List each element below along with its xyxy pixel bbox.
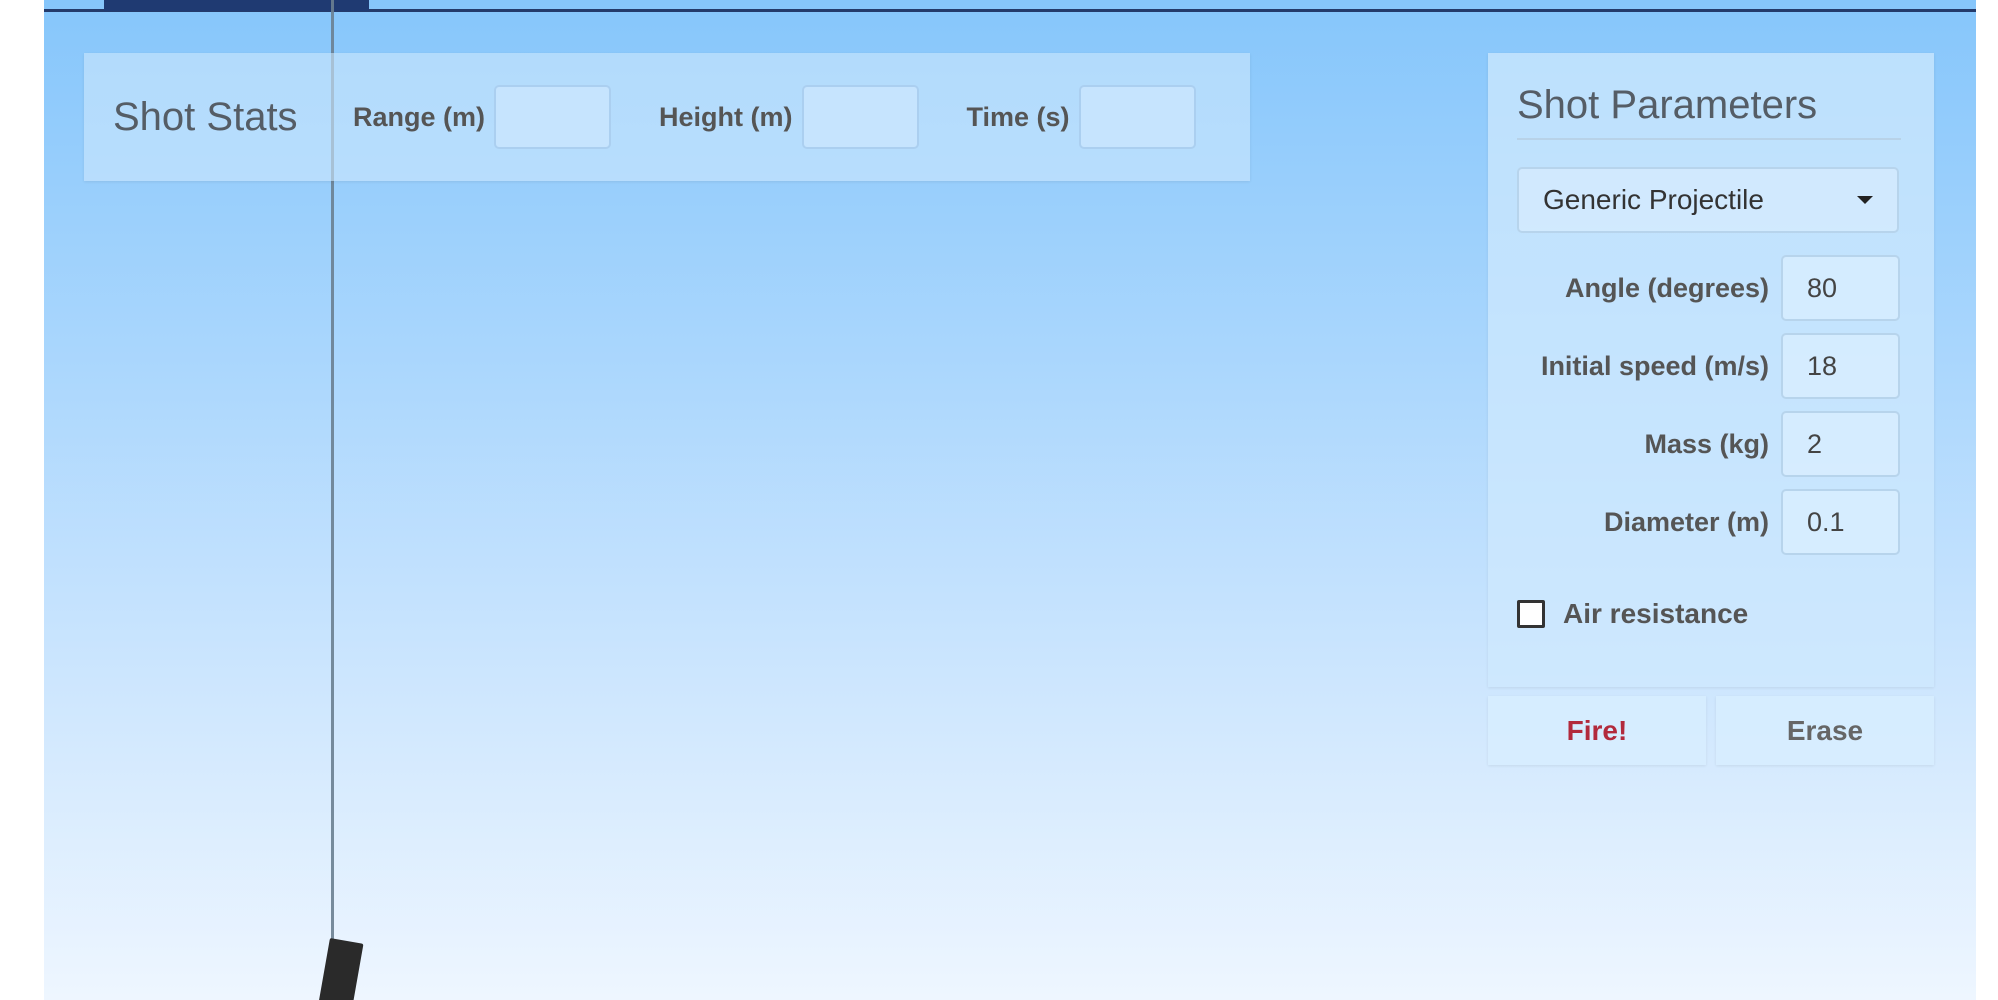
top-tab[interactable] [104,0,369,11]
erase-button[interactable]: Erase [1716,696,1934,765]
mass-label: Mass (kg) [1644,428,1769,459]
chevron-down-icon [1857,196,1873,204]
time-output [1078,85,1196,149]
simulation-canvas: Shot Stats Range (m) Height (m) Time (s)… [44,0,1976,1000]
diameter-label: Diameter (m) [1603,506,1769,537]
air-resistance-checkbox[interactable] [1517,600,1545,628]
time-label: Time (s) [966,101,1070,132]
angle-label: Angle (degrees) [1564,272,1769,303]
angle-row: Angle (degrees) 80 [1488,255,1900,321]
height-label: Height (m) [659,101,793,132]
range-output [494,85,612,149]
fire-button[interactable]: Fire! [1488,696,1706,765]
shot-stats-panel: Shot Stats Range (m) Height (m) Time (s) [84,53,1250,181]
mass-input[interactable]: 2 [1781,411,1900,477]
speed-input[interactable]: 18 [1781,333,1900,399]
diameter-row: Diameter (m) 0.1 [1488,489,1900,555]
angle-input[interactable]: 80 [1781,255,1900,321]
cannon-icon [314,938,364,1000]
speed-label: Initial speed (m/s) [1540,350,1769,381]
height-output [801,85,919,149]
diameter-input[interactable]: 0.1 [1781,489,1900,555]
projectile-select-value: Generic Projectile [1543,184,1764,215]
shot-parameters-title: Shot Parameters [1517,83,1901,140]
projectile-select[interactable]: Generic Projectile [1517,167,1899,233]
shot-stats-title: Shot Stats [113,94,298,139]
air-resistance-label: Air resistance [1563,598,1749,629]
shot-parameters-panel: Shot Parameters Generic Projectile Angle… [1488,53,1934,687]
range-label: Range (m) [353,101,486,132]
air-resistance-toggle[interactable]: Air resistance [1517,598,1748,630]
mass-row: Mass (kg) 2 [1488,411,1900,477]
speed-row: Initial speed (m/s) 18 [1488,333,1900,399]
